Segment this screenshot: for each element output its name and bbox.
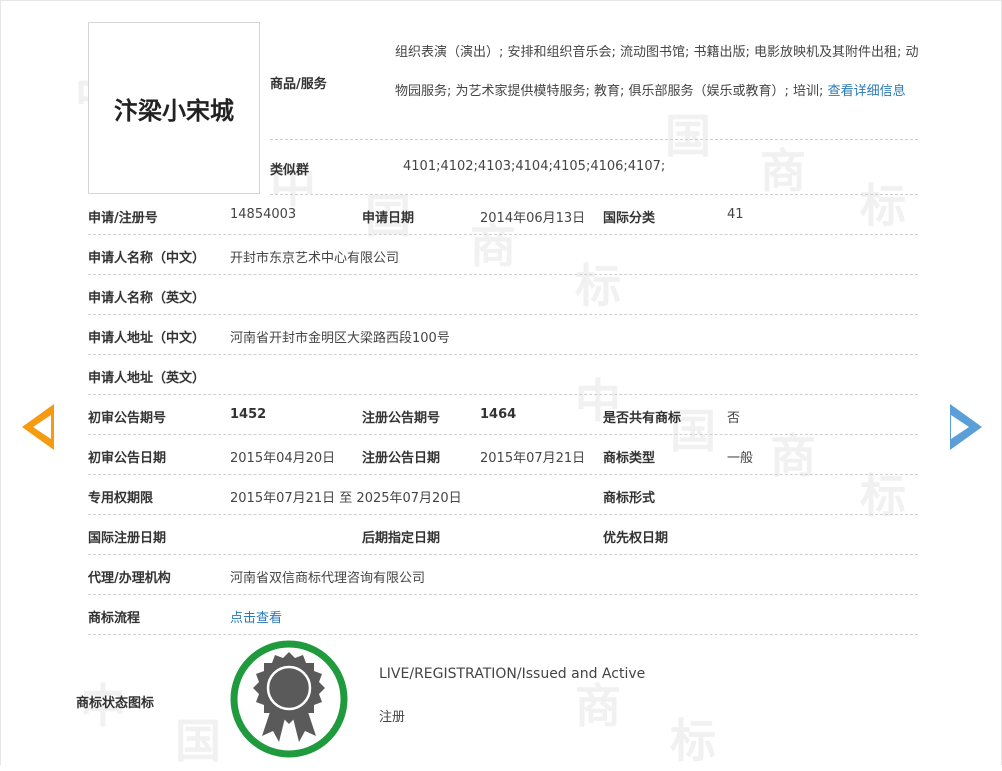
watermark-char: 标 (860, 469, 906, 523)
watermark-char: 商 (760, 144, 806, 198)
tm-flow-label: 商标流程 (88, 611, 141, 626)
watermark-char: 标 (575, 259, 621, 313)
divider (88, 234, 918, 235)
divider (88, 354, 918, 355)
reg-no-value: 14854003 (230, 207, 297, 222)
reg-pub-date-label: 注册公告日期 (362, 451, 441, 466)
later-designation-label: 后期指定日期 (362, 531, 441, 546)
divider (88, 554, 918, 555)
agent-value: 河南省双信商标代理咨询有限公司 (230, 571, 426, 586)
watermark-char: 国 (175, 714, 221, 768)
status-icon-label: 商标状态图标 (76, 696, 155, 711)
divider (88, 314, 918, 315)
shared-value: 否 (727, 411, 741, 426)
apply-date-label: 申请日期 (362, 211, 415, 226)
divider (270, 194, 918, 195)
intl-class-value: 41 (727, 207, 744, 222)
divider (88, 274, 918, 275)
apply-date-value: 2014年06月13日 (480, 211, 586, 226)
shared-label: 是否共有商标 (603, 411, 682, 426)
intl-class-label: 国际分类 (603, 211, 656, 226)
address-en-label: 申请人地址（英文） (88, 371, 206, 386)
reg-pub-no-label: 注册公告期号 (362, 411, 441, 426)
trademark-image: 汴梁小宋城 (88, 22, 260, 194)
reg-pub-date-value: 2015年07月21日 (480, 451, 586, 466)
address-cn-label: 申请人地址（中文） (88, 331, 206, 346)
tm-flow-link[interactable]: 点击查看 (230, 607, 282, 626)
applicant-cn-label: 申请人名称（中文） (88, 251, 206, 266)
prelim-date-value: 2015年04月20日 (230, 451, 336, 466)
prelim-no-value: 1452 (230, 407, 267, 422)
priority-date-label: 优先权日期 (603, 531, 669, 546)
exclusive-term-label: 专用权期限 (88, 491, 154, 506)
divider (88, 434, 918, 435)
reg-pub-no-value: 1464 (480, 407, 517, 422)
prelim-date-label: 初审公告日期 (88, 451, 167, 466)
agent-label: 代理/办理机构 (88, 571, 171, 586)
intl-reg-date-label: 国际注册日期 (88, 531, 167, 546)
goods-services-label: 商品/服务 (270, 77, 327, 92)
similar-group-value: 4101;4102;4103;4104;4105;4106;4107; (403, 159, 666, 174)
goods-services-value: 组织表演（演出）; 安排和组织音乐会; 流动图书馆; 书籍出版; 电影放映机及其… (395, 33, 920, 111)
applicant-cn-value: 开封市东京艺术中心有限公司 (230, 251, 400, 266)
watermark-char: 标 (670, 714, 716, 768)
tm-type-label: 商标类型 (603, 451, 656, 466)
divider (88, 394, 918, 395)
watermark-char: 商 (770, 429, 816, 483)
status-en-text: LIVE/REGISTRATION/Issued and Active (379, 666, 646, 682)
registration-badge-icon (230, 640, 348, 758)
address-cn-value: 河南省开封市金明区大梁路西段100号 (230, 331, 450, 346)
watermark-char: 国 (670, 404, 716, 458)
similar-group-label: 类似群 (270, 163, 310, 178)
tm-type-value: 一般 (727, 451, 754, 466)
reg-no-label: 申请/注册号 (88, 211, 158, 226)
view-details-link[interactable]: 查看详细信息 (828, 84, 906, 99)
prelim-no-label: 初审公告期号 (88, 411, 167, 426)
watermark-char: 标 (860, 179, 906, 233)
divider (88, 634, 918, 635)
divider (270, 139, 918, 140)
divider (88, 474, 918, 475)
trademark-logo-text: 汴梁小宋城 (114, 96, 234, 125)
tm-form-label: 商标形式 (603, 491, 656, 506)
divider (88, 594, 918, 595)
applicant-en-label: 申请人名称（英文） (88, 291, 206, 306)
exclusive-term-value: 2015年07月21日 至 2025年07月20日 (230, 491, 462, 506)
divider (88, 514, 918, 515)
status-cn-text: 注册 (379, 710, 406, 725)
